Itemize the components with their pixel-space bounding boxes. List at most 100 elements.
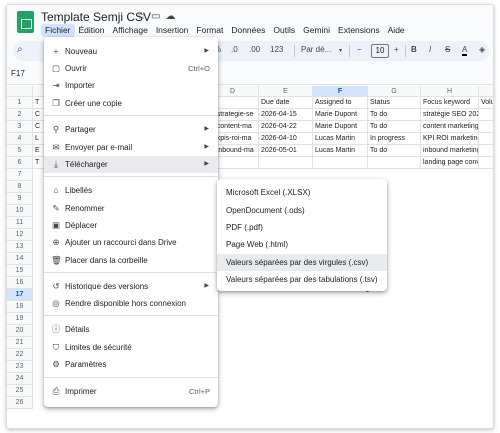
row-header[interactable]: 9 [7, 193, 33, 205]
download-option[interactable]: PDF (.pdf) [217, 219, 387, 236]
table-cell[interactable]: In progress [368, 133, 421, 145]
download-option[interactable]: Page Web (.html) [217, 236, 387, 253]
table-cell[interactable] [313, 157, 368, 169]
row-header[interactable]: 7 [7, 169, 33, 181]
column-header-g[interactable]: G [368, 86, 421, 97]
file-menu-item-print[interactable]: ⎙ Imprimer Ctrl+P [44, 383, 218, 400]
file-menu-item-download[interactable]: ⤓ Télécharger ▶ [44, 156, 218, 173]
table-cell[interactable]: stratégie SEO 2026 [421, 109, 479, 121]
row-header[interactable]: 14 [7, 253, 33, 265]
table-cell[interactable] [259, 157, 313, 169]
table-cell[interactable] [479, 157, 493, 169]
table-cell[interactable]: Focus keyword [421, 97, 479, 109]
table-cell[interactable]: content marketing B2B [421, 121, 479, 133]
font-size-input[interactable]: 10 [371, 44, 389, 58]
table-cell[interactable]: 2026-04-22 [259, 121, 313, 133]
star-icon[interactable]: ☆ [137, 11, 151, 22]
table-cell[interactable]: inbound marketing [421, 145, 479, 157]
menu-outils[interactable]: Outils [269, 24, 299, 37]
row-header[interactable]: 20 [7, 325, 33, 337]
italic-button[interactable]: I [429, 45, 431, 54]
column-header-f[interactable]: F [313, 86, 368, 97]
row-header[interactable]: 16 [7, 277, 33, 289]
file-menu-item-info[interactable]: ⓘ Détails [44, 321, 218, 338]
file-menu-item-security[interactable]: ⛉ Limites de sécurité [44, 339, 218, 356]
row-header[interactable]: 8 [7, 181, 33, 193]
cloud-saved-icon[interactable]: ☁ [165, 11, 180, 22]
menu-insertion[interactable]: Insertion [152, 24, 193, 37]
table-cell[interactable] [368, 157, 421, 169]
table-cell[interactable]: Lucas Martin [313, 145, 368, 157]
strikethrough-button[interactable]: S [445, 45, 450, 54]
row-header[interactable]: 23 [7, 361, 33, 373]
menu-format[interactable]: Format [192, 24, 227, 37]
table-cell[interactable]: Marie Dupont [313, 109, 368, 121]
table-cell[interactable] [479, 121, 493, 133]
table-cell[interactable]: Lucas Martin [313, 133, 368, 145]
file-menu-item-email[interactable]: ✉ Envoyer par e-mail ▶ [44, 139, 218, 156]
column-header-e[interactable]: E [259, 86, 313, 97]
table-cell[interactable]: 2026-04-15 [259, 109, 313, 121]
table-cell[interactable]: Due date [259, 97, 313, 109]
row-header[interactable]: 13 [7, 241, 33, 253]
row-header[interactable]: 21 [7, 337, 33, 349]
file-menu-item-trash[interactable]: 🗑 Placer dans la corbeille [44, 252, 218, 269]
bold-button[interactable]: B [411, 45, 417, 54]
table-cell[interactable] [479, 109, 493, 121]
file-menu-item-offline[interactable]: ◎ Rendre disponible hors connexion [44, 295, 218, 312]
decrease-font-size-button[interactable]: − [357, 45, 362, 54]
download-option[interactable]: Valeurs séparées par des tabulations (.t… [217, 271, 387, 288]
row-header[interactable]: 11 [7, 217, 33, 229]
file-menu-item-label[interactable]: ⌂ Libellés [44, 182, 218, 199]
table-cell[interactable]: Marie Dupont [313, 121, 368, 133]
row-header[interactable]: 25 [7, 385, 33, 397]
table-cell[interactable]: 2026-04-10 [259, 133, 313, 145]
file-menu-item-settings[interactable]: ⚙ Paramètres [44, 356, 218, 373]
increase-font-size-button[interactable]: + [394, 45, 399, 54]
fill-color-icon[interactable]: ◈ [479, 45, 485, 54]
table-cell[interactable]: 2026-05-01 [259, 145, 313, 157]
row-header[interactable]: 17 [7, 289, 33, 301]
name-box[interactable]: F17 [11, 69, 25, 78]
sheets-logo-icon[interactable] [17, 11, 34, 33]
menu-extensions[interactable]: Extensions [334, 24, 384, 37]
row-header[interactable]: 6 [7, 157, 33, 169]
row-header[interactable]: 3 [7, 121, 33, 133]
menu-donnees[interactable]: Données [227, 24, 269, 37]
table-cell[interactable] [479, 145, 493, 157]
download-option[interactable]: Valeurs séparées par des virgules (.csv) [217, 254, 387, 271]
document-title[interactable]: Template Semji CSV [41, 10, 151, 24]
file-menu-item-rename[interactable]: ✎ Renommer [44, 200, 218, 217]
search-icon[interactable]: ⌕ [17, 44, 31, 58]
file-menu-item-share[interactable]: ⚲ Partager ▶ [44, 121, 218, 138]
column-header-h[interactable]: H [421, 86, 479, 97]
table-cell[interactable]: Status [368, 97, 421, 109]
file-menu-item-import[interactable]: ⇥ Importer [44, 77, 218, 94]
move-to-folder-icon[interactable]: ▭ [151, 11, 165, 22]
number-format-button[interactable]: 123 [270, 45, 283, 54]
row-header[interactable]: 1 [7, 97, 33, 109]
row-header[interactable]: 19 [7, 313, 33, 325]
column-header[interactable] [479, 86, 493, 97]
text-color-button[interactable]: A [462, 45, 468, 56]
row-header[interactable]: 12 [7, 229, 33, 241]
file-menu-item-history[interactable]: ↺ Historique des versions ▶ [44, 278, 218, 295]
font-select[interactable]: Par dé... [301, 45, 331, 54]
table-cell[interactable]: landing page conversion [421, 157, 479, 169]
row-header[interactable]: 24 [7, 373, 33, 385]
file-menu-item-plus[interactable]: + Nouveau ▶ [44, 43, 218, 60]
download-option[interactable]: OpenDocument (.ods) [217, 202, 387, 219]
menu-edition[interactable]: Édition [75, 24, 109, 37]
row-header[interactable]: 15 [7, 265, 33, 277]
table-cell[interactable]: Volum [479, 97, 493, 109]
row-header[interactable]: 2 [7, 109, 33, 121]
table-cell[interactable]: To do [368, 145, 421, 157]
row-header[interactable]: 18 [7, 301, 33, 313]
menu-aide[interactable]: Aide [384, 24, 409, 37]
menu-fichier[interactable]: Fichier [41, 24, 75, 37]
row-header[interactable]: 4 [7, 133, 33, 145]
file-menu-item-move[interactable]: ▣ Déplacer [44, 217, 218, 234]
table-cell[interactable]: To do [368, 109, 421, 121]
menu-affichage[interactable]: Affichage [109, 24, 152, 37]
row-header[interactable]: 5 [7, 145, 33, 157]
